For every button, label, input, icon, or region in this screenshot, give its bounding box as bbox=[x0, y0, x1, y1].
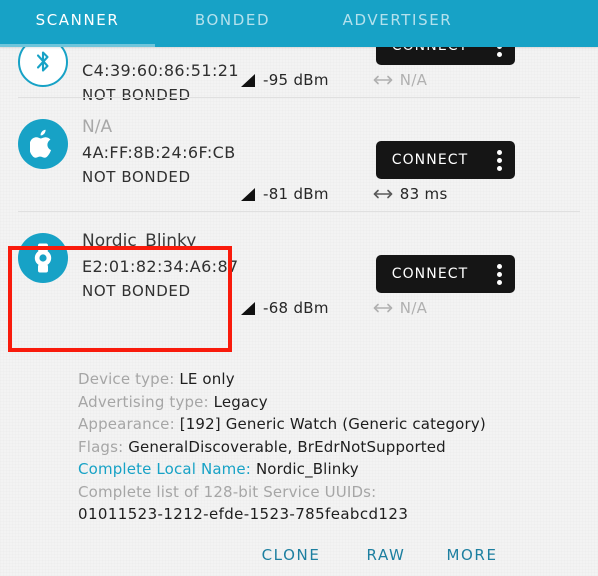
tab-bar: SCANNER BONDED ADVERTISER bbox=[0, 0, 598, 47]
clone-button[interactable]: CLONE bbox=[248, 534, 334, 576]
connect-button[interactable]: CONNECT bbox=[376, 141, 515, 179]
watch-icon bbox=[18, 233, 68, 283]
detail-device-type-value: LE only bbox=[179, 370, 235, 388]
row-divider bbox=[18, 97, 580, 98]
tab-bonded[interactable]: BONDED bbox=[155, 0, 310, 47]
raw-button[interactable]: RAW bbox=[356, 534, 416, 576]
detail-local-name-label: Complete Local Name: bbox=[78, 460, 252, 478]
row-divider bbox=[18, 211, 580, 212]
apple-icon bbox=[18, 119, 68, 169]
double-arrow-icon bbox=[373, 303, 393, 313]
detail-local-name-value: Nordic_Blinky bbox=[255, 460, 359, 478]
device-metrics: -95 dBm N/A bbox=[240, 69, 427, 91]
signal-strength-icon bbox=[241, 301, 255, 315]
bottom-action-bar: CLONE RAW MORE bbox=[0, 534, 598, 576]
device-info: N/A 4A:FF:8B:24:6F:CB NOT BONDED bbox=[82, 115, 372, 190]
device-row[interactable]: Nordic_Blinky E2:01:82:34:A6:87 NOT BOND… bbox=[0, 211, 598, 325]
detail-local-name: Complete Local Name: Nordic_Blinky bbox=[78, 458, 598, 481]
detail-uuid-list-label: Complete list of 128-bit Service UUIDs: bbox=[78, 481, 598, 504]
overflow-menu-icon[interactable] bbox=[497, 150, 502, 171]
detail-device-type-label: Device type: bbox=[78, 370, 175, 388]
rssi-metric: -68 dBm bbox=[240, 299, 329, 317]
interval-metric: N/A bbox=[373, 71, 427, 89]
detail-advertising-type-label: Advertising type: bbox=[78, 392, 209, 411]
detail-advertising-type-value: Legacy bbox=[213, 392, 268, 411]
interval-value: 83 ms bbox=[399, 185, 448, 203]
more-button[interactable]: MORE bbox=[438, 534, 506, 576]
rssi-metric: -95 dBm bbox=[240, 71, 329, 89]
interval-value: N/A bbox=[399, 299, 428, 317]
detail-flags-value: GeneralDiscoverable, BrEdrNotSupported bbox=[128, 437, 446, 456]
detail-appearance-value: [192] Generic Watch (Generic category) bbox=[179, 415, 486, 433]
rssi-metric: -81 dBm bbox=[240, 185, 329, 203]
interval-metric: 83 ms bbox=[373, 185, 448, 203]
rssi-value: -95 dBm bbox=[263, 71, 329, 89]
connect-button[interactable]: CONNECT bbox=[376, 255, 515, 293]
rssi-value: -81 dBm bbox=[263, 185, 329, 203]
interval-value: N/A bbox=[399, 71, 428, 89]
device-list: C4:39:60:86:51:21 NOT BONDED -95 dBm N/A… bbox=[0, 27, 598, 325]
connect-button-label: CONNECT bbox=[391, 266, 469, 282]
detail-uuid-value: 01011523-1212-efde-1523-785feabcd123 bbox=[78, 505, 409, 523]
overflow-menu-icon[interactable] bbox=[497, 264, 502, 285]
device-name: N/A bbox=[82, 117, 113, 137]
detail-flags: Flags: GeneralDiscoverable, BrEdrNotSupp… bbox=[78, 436, 598, 459]
detail-flags-label: Flags: bbox=[78, 437, 124, 456]
detail-device-type: Device type: LE only bbox=[78, 368, 598, 391]
device-metrics: -68 dBm N/A bbox=[240, 297, 427, 319]
scanner-screen: C4:39:60:86:51:21 NOT BONDED -95 dBm N/A… bbox=[0, 0, 598, 576]
interval-metric: N/A bbox=[373, 299, 427, 317]
detail-appearance: Appearance: [192] Generic Watch (Generic… bbox=[78, 413, 598, 436]
rssi-value: -68 dBm bbox=[263, 299, 329, 317]
device-metrics: -81 dBm 83 ms bbox=[240, 183, 448, 205]
double-arrow-icon bbox=[373, 189, 393, 199]
device-address: 4A:FF:8B:24:6F:CB bbox=[82, 143, 236, 162]
detail-uuid-list-label-text: Complete list of 128-bit Service UUIDs: bbox=[78, 482, 377, 501]
detail-appearance-label: Appearance: bbox=[78, 415, 175, 433]
active-tab-indicator bbox=[0, 44, 155, 47]
device-info: Nordic_Blinky E2:01:82:34:A6:87 NOT BOND… bbox=[82, 229, 372, 304]
device-row[interactable]: N/A 4A:FF:8B:24:6F:CB NOT BONDED -81 dBm bbox=[0, 97, 598, 211]
tab-advertiser[interactable]: ADVERTISER bbox=[310, 0, 485, 47]
device-name: Nordic_Blinky bbox=[82, 231, 197, 251]
advertising-details: Device type: LE only Advertising type: L… bbox=[0, 368, 598, 526]
tab-scanner[interactable]: SCANNER bbox=[0, 0, 155, 47]
signal-strength-icon bbox=[241, 187, 255, 201]
double-arrow-icon bbox=[373, 75, 393, 85]
signal-strength-icon bbox=[241, 73, 255, 87]
device-address: E2:01:82:34:A6:87 bbox=[82, 257, 239, 276]
connect-button-label: CONNECT bbox=[391, 152, 469, 168]
detail-advertising-type: Advertising type: Legacy bbox=[78, 391, 598, 414]
